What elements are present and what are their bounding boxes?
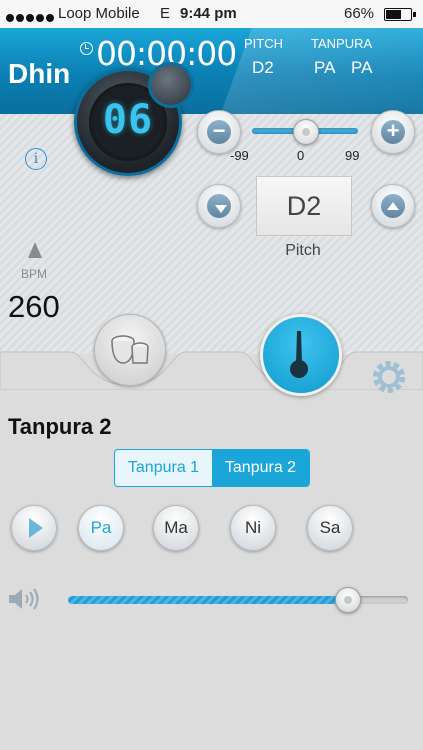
- tabla-mode-button[interactable]: [94, 314, 166, 386]
- rhythm-name: Dhin: [8, 58, 71, 89]
- gear-icon[interactable]: [370, 358, 408, 396]
- tanpura-mode-button[interactable]: [260, 314, 342, 396]
- tanpura-icon: [290, 331, 308, 378]
- status-time: 9:44 pm: [180, 5, 237, 22]
- chevron-down-icon: [215, 205, 227, 213]
- bpm-label: BPM: [21, 267, 48, 281]
- tune-min-label: -99: [230, 148, 249, 163]
- speaker-icon: [9, 588, 39, 610]
- minus-icon: −: [207, 120, 231, 144]
- network-type: E: [160, 5, 171, 22]
- tab-tanpura-1[interactable]: Tanpura 1: [115, 450, 212, 486]
- tune-max-label: 99: [345, 148, 360, 163]
- pitch-down-button[interactable]: [197, 184, 241, 228]
- tempo-knob[interactable]: [148, 62, 194, 108]
- pitch-caption: Pitch: [285, 242, 321, 259]
- pitch-header-value: D2: [252, 58, 274, 77]
- note-button-ma[interactable]: Ma: [153, 505, 199, 551]
- header-bar: 00:00:00 Dhin PITCH D2 TANPURA PA PA: [0, 28, 423, 114]
- battery-icon: [384, 8, 416, 21]
- tanpura-section-title: Tanpura 2: [8, 414, 112, 439]
- tune-plus-button[interactable]: +: [371, 110, 415, 154]
- tune-mid-label: 0: [297, 148, 305, 163]
- pitch-up-circle: [381, 194, 405, 218]
- pitch-display: D2: [256, 176, 352, 236]
- carrier-name: Loop Mobile: [58, 5, 140, 22]
- volume-slider-thumb[interactable]: [335, 587, 361, 613]
- tanpura-selector: Tanpura 1 Tanpura 2: [114, 449, 310, 487]
- note-button-pa[interactable]: Pa: [78, 505, 124, 551]
- tanpura-value-2: PA: [351, 58, 373, 77]
- pitch-down-circle: [207, 194, 231, 218]
- plus-icon: +: [381, 120, 405, 144]
- volume-slider-fill: [68, 596, 347, 604]
- bpm-value[interactable]: 260: [8, 289, 60, 325]
- pitch-up-button[interactable]: [371, 184, 415, 228]
- tab-tanpura-2[interactable]: Tanpura 2: [212, 450, 309, 486]
- note-button-sa[interactable]: Sa: [307, 505, 353, 551]
- play-icon: [29, 518, 43, 538]
- tanpura-value-1: PA: [314, 58, 336, 77]
- battery-percent: 66%: [344, 5, 375, 22]
- note-button-ni[interactable]: Ni: [230, 505, 276, 551]
- fine-tune-slider-thumb[interactable]: [293, 119, 319, 145]
- info-icon[interactable]: i: [25, 148, 47, 170]
- signal-dots-icon: [6, 9, 56, 26]
- pitch-header-label: PITCH: [244, 36, 283, 51]
- panel-divider: [0, 351, 423, 390]
- chevron-up-icon: [387, 202, 399, 210]
- clock-icon: [80, 42, 93, 55]
- tanpura-header-label: TANPURA: [311, 36, 373, 51]
- drum-icon: [111, 335, 149, 364]
- metronome-icon: [28, 242, 42, 258]
- play-button[interactable]: [11, 505, 57, 551]
- status-bar: Loop Mobile E 9:44 pm 66%: [0, 0, 423, 28]
